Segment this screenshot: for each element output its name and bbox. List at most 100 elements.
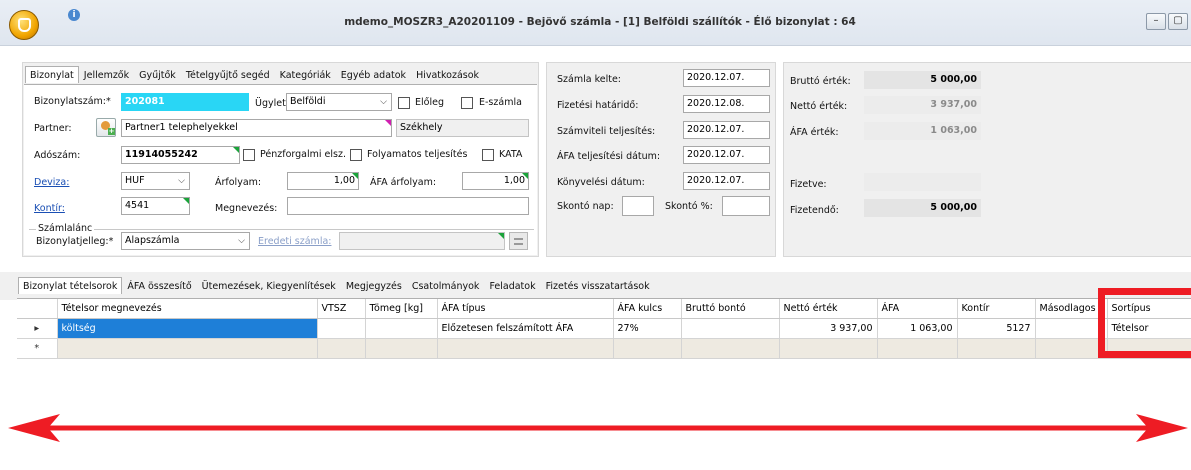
tab-egyeb-adatok[interactable]: Egyéb adatok bbox=[336, 66, 411, 83]
cell-afa[interactable]: 1 063,00 bbox=[877, 318, 958, 339]
new-cell[interactable] bbox=[317, 338, 366, 359]
bizonylatjelleg-select[interactable]: Alapszámla ⌵ bbox=[121, 232, 250, 250]
tab-feladatok[interactable]: Feladatok bbox=[484, 277, 540, 294]
tab-megjegyzes[interactable]: Megjegyzés bbox=[341, 277, 407, 294]
add-icon: + bbox=[108, 127, 115, 135]
penzforgalmi-label: Pénzforgalmi elsz. bbox=[260, 149, 346, 160]
adoszam-field[interactable]: 11914055242 bbox=[121, 146, 240, 164]
field-marker bbox=[233, 147, 239, 153]
folyamatos-checkbox[interactable] bbox=[350, 149, 362, 161]
eszamla-checkbox[interactable] bbox=[461, 97, 473, 109]
arfolyam-field[interactable]: 1,00 bbox=[287, 172, 359, 190]
column-header-brutto-bonto[interactable]: Bruttó bontó bbox=[681, 299, 780, 319]
szamviteli-field[interactable]: 2020.12.07. bbox=[683, 121, 770, 139]
eredeti-szamla-field[interactable] bbox=[339, 232, 505, 250]
skonto-nap-label: Skontó nap: bbox=[557, 201, 614, 212]
new-cell[interactable] bbox=[681, 338, 780, 359]
new-cell[interactable] bbox=[57, 338, 318, 359]
bizonylatszam-field[interactable]: 202081 bbox=[121, 93, 249, 111]
new-cell[interactable] bbox=[957, 338, 1036, 359]
app-logo-icon[interactable] bbox=[9, 10, 39, 40]
kontir-link[interactable]: Kontír: bbox=[34, 203, 65, 214]
new-cell[interactable] bbox=[365, 338, 438, 359]
tab-afa-osszesito[interactable]: ÁFA összesítő bbox=[122, 277, 196, 294]
szamla-kelte-field[interactable]: 2020.12.07. bbox=[683, 69, 770, 87]
skonto-nap-field[interactable] bbox=[622, 196, 654, 216]
tab-bizonylat-tetelsorok[interactable]: Bizonylat tételsorok bbox=[18, 277, 123, 294]
deviza-select[interactable]: HUF ⌵ bbox=[121, 172, 190, 190]
column-header-vtsz[interactable]: VTSZ bbox=[317, 299, 366, 319]
tab-kategoriak[interactable]: Kategóriák bbox=[275, 66, 336, 83]
skonto-pct-label: Skontó %: bbox=[665, 201, 713, 212]
fizetve-label: Fizetve: bbox=[790, 179, 827, 190]
partner-lookup-button[interactable]: + bbox=[96, 118, 116, 137]
skonto-pct-field[interactable] bbox=[722, 196, 770, 216]
info-icon[interactable]: i bbox=[68, 9, 80, 21]
chevron-down-icon: ⌵ bbox=[178, 176, 185, 186]
column-header-tomeg[interactable]: Tömeg [kg] bbox=[365, 299, 438, 319]
ugylet-label: Ügylet: bbox=[255, 98, 290, 109]
fizetendo-value: 5 000,00 bbox=[864, 199, 981, 217]
column-header-afa[interactable]: ÁFA bbox=[877, 299, 958, 319]
tab-gyujtok[interactable]: Gyűjtők bbox=[134, 66, 181, 83]
column-header-netto-ertek[interactable]: Nettó érték bbox=[779, 299, 878, 319]
cell-afa-kulcs[interactable]: 27% bbox=[613, 318, 682, 339]
bizonylatjelleg-value: Alapszámla bbox=[125, 235, 180, 246]
new-cell[interactable] bbox=[1035, 338, 1108, 359]
kata-checkbox[interactable] bbox=[482, 149, 494, 161]
new-cell[interactable] bbox=[437, 338, 614, 359]
minimize-button[interactable]: – bbox=[1146, 13, 1166, 30]
partner-value: Partner1 telephelyekkel bbox=[125, 122, 238, 133]
fizetesi-hatarido-field[interactable]: 2020.12.08. bbox=[683, 95, 770, 113]
restore-button[interactable]: ▢ bbox=[1168, 13, 1188, 30]
tab-hivatkozasok[interactable]: Hivatkozások bbox=[411, 66, 484, 83]
tab-tetelgyujto-seged[interactable]: Tételgyűjtő segéd bbox=[181, 66, 275, 83]
eloleg-checkbox[interactable] bbox=[398, 97, 410, 109]
column-header-afa-tipus[interactable]: ÁFA típus bbox=[437, 299, 614, 319]
field-marker bbox=[183, 198, 189, 204]
tab-utemezesek[interactable]: Ütemezések, Kiegyenlítések bbox=[197, 277, 341, 294]
row-pointer-icon[interactable]: ▸ bbox=[17, 318, 58, 339]
konyvelesi-field[interactable]: 2020.12.07. bbox=[683, 172, 770, 190]
totals-panel bbox=[783, 62, 1191, 257]
new-row-marker[interactable]: * bbox=[17, 338, 58, 359]
eredeti-szamla-lookup-button[interactable] bbox=[509, 232, 528, 250]
kontir-field[interactable]: 4541 bbox=[121, 197, 190, 215]
cell-tetelsor[interactable]: költség bbox=[57, 318, 318, 339]
line-items-grid: Tételsor megnevezés VTSZ Tömeg [kg] ÁFA … bbox=[17, 298, 1191, 372]
tab-csatolmanyok[interactable]: Csatolmányok bbox=[407, 277, 485, 294]
megnevezes-field[interactable] bbox=[287, 197, 529, 215]
cell-vtsz[interactable] bbox=[317, 318, 366, 339]
column-header-tetelsor[interactable]: Tételsor megnevezés bbox=[57, 299, 318, 319]
column-header-kontir[interactable]: Kontír bbox=[957, 299, 1036, 319]
eredeti-szamla-link[interactable]: Eredeti számla: bbox=[258, 236, 331, 247]
new-cell[interactable] bbox=[613, 338, 682, 359]
cell-brutto-bonto[interactable] bbox=[681, 318, 780, 339]
table-row[interactable]: ▸ költség Előzetesen felszámított ÁFA 27… bbox=[17, 318, 1191, 339]
afa-arfolyam-field[interactable]: 1,00 bbox=[462, 172, 529, 190]
penzforgalmi-checkbox[interactable] bbox=[243, 149, 255, 161]
cell-kontir[interactable]: 5127 bbox=[957, 318, 1036, 339]
tab-jellemzok[interactable]: Jellemzők bbox=[79, 66, 134, 83]
cell-netto-ertek[interactable]: 3 937,00 bbox=[779, 318, 878, 339]
cell-afa-tipus[interactable]: Előzetesen felszámított ÁFA bbox=[437, 318, 614, 339]
tab-fizetes-visszatartasok[interactable]: Fizetés visszatartások bbox=[541, 277, 655, 294]
chevron-down-icon: ⌵ bbox=[380, 97, 387, 107]
scroll-arrow-annotation bbox=[8, 414, 1188, 442]
bizonylatszam-label: Bizonylatszám:* bbox=[34, 96, 111, 107]
new-cell[interactable] bbox=[779, 338, 878, 359]
column-header-masodlagos[interactable]: Másodlagos bbox=[1035, 299, 1108, 319]
deviza-link[interactable]: Deviza: bbox=[34, 177, 69, 188]
netto-label: Nettó érték: bbox=[790, 101, 848, 112]
cell-masodlagos[interactable] bbox=[1035, 318, 1108, 339]
afa-teljesitesi-field[interactable]: 2020.12.07. bbox=[683, 146, 770, 164]
partner-field[interactable]: Partner1 telephelyekkel bbox=[121, 119, 392, 137]
highlight-box bbox=[1098, 288, 1191, 358]
field-marker bbox=[498, 233, 504, 239]
cell-tomeg[interactable] bbox=[365, 318, 438, 339]
tab-bizonylat[interactable]: Bizonylat bbox=[25, 66, 79, 83]
column-header-afa-kulcs[interactable]: ÁFA kulcs bbox=[613, 299, 682, 319]
new-cell[interactable] bbox=[877, 338, 958, 359]
ugylet-select[interactable]: Belföldi ⌵ bbox=[286, 93, 392, 111]
new-row[interactable]: * bbox=[17, 338, 1191, 359]
